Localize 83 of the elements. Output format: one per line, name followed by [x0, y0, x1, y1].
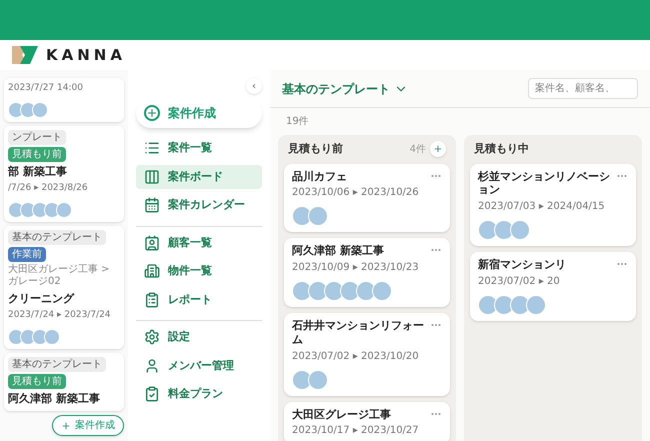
- project-card[interactable]: 基本のテンプレート 見積もり前 阿久津部 新築工事: [4, 352, 124, 411]
- status-tag: 基本のテンプレート: [8, 230, 106, 244]
- column-title: 見積もり前: [288, 141, 343, 157]
- date-range: 2023/7/24 ▸ 2023/7/24: [8, 309, 112, 322]
- status-tag: ンプレート: [8, 130, 66, 144]
- project-title: 新宿マンションリ: [478, 258, 566, 272]
- project-card[interactable]: 杉並マンションリノベーション 2023/07/03 ▸ 2024/04/15: [470, 164, 636, 246]
- project-card[interactable]: ンプレート 見積もり前 部 新築工事 /7/26 ▸ 2023/8/26: [4, 126, 124, 222]
- column-count: 4件: [410, 142, 426, 157]
- avatar-placeholder: [308, 206, 328, 226]
- date-range: 2023/10/09 ▸ 2023/10/23: [292, 261, 420, 275]
- avatar-placeholder: [510, 294, 530, 315]
- brand-name: KANNA: [46, 44, 126, 66]
- project-title: 阿久津部 新築工事: [292, 244, 384, 258]
- project-title: 杉並マンションリノベーション: [478, 170, 611, 197]
- date-range: 2023/07/02 ▸ 2023/10/20: [292, 350, 420, 364]
- avatar-placeholder: [56, 202, 72, 218]
- avatar-placeholder: [478, 294, 498, 315]
- avatar-placeholder: [32, 202, 48, 218]
- avatar-placeholder: [494, 294, 514, 315]
- date-range: 2023/07/03 ▸ 2024/04/15: [478, 200, 606, 214]
- project-card[interactable]: 阿久津部 新築工事 2023/10/09 ▸ 2023/10/23: [284, 238, 450, 307]
- project-title: クリーニング: [8, 290, 76, 306]
- project-card[interactable]: 品川カフェ 2023/10/06 ▸ 2023/10/26: [284, 164, 450, 232]
- avatar-placeholder: [292, 206, 312, 226]
- project-title: 部 新築工事: [8, 164, 68, 180]
- project-title: 品川カフェ: [292, 170, 347, 184]
- add-card-button[interactable]: +: [430, 141, 446, 158]
- avatar-placeholder: [324, 281, 344, 301]
- status-tag: 作業前: [8, 246, 46, 262]
- settings-icon: [144, 329, 160, 346]
- avatar-placeholder: [510, 220, 530, 240]
- avatar-placeholder: [526, 294, 546, 315]
- person-icon: [144, 358, 160, 374]
- avatar-placeholder: [32, 102, 48, 118]
- search-field[interactable]: 案件名、顧客名、: [528, 78, 638, 99]
- date-range: 2023/07/02 ▸ 20: [478, 274, 561, 289]
- status-tag: 見積もり前: [8, 146, 66, 162]
- calendar-icon: [144, 197, 160, 214]
- avatar-placeholder: [8, 102, 24, 118]
- project-card[interactable]: 大田区グレージ工事 2023/10/17 ▸ 2023/10/27: [284, 402, 450, 441]
- project-title: 石井井マンションリフォーム: [292, 319, 425, 346]
- date-range: 2023/10/17 ▸ 2023/10/27: [292, 424, 420, 438]
- status-tag: 見積もり前: [8, 374, 66, 388]
- clipboard-check-icon: [144, 386, 160, 402]
- nav-item[interactable]: 案件ボード: [136, 164, 262, 189]
- project-card[interactable]: 新宿マンションリ 2023/07/02 ▸ 20: [470, 252, 636, 321]
- clipboard-icon: [144, 292, 160, 308]
- avatar-placeholder: [494, 220, 514, 240]
- template-dropdown[interactable]: 基本のテンプレート: [282, 80, 408, 98]
- project-title: 大田区グレージ工事: [292, 408, 391, 422]
- project-count: 19件: [285, 115, 310, 129]
- date-range: 2023/7/27 14:00: [8, 82, 84, 95]
- breadcrumb-text: 大田区ガレージ工事 > ガレージ02: [8, 264, 111, 288]
- date-range: /7/26 ▸ 2023/8/26: [8, 182, 89, 195]
- avatar-placeholder: [8, 328, 24, 344]
- logo-icon: [12, 46, 38, 64]
- create-project-button[interactable]: 案件作成: [136, 98, 262, 128]
- contact-card-icon: [144, 234, 160, 251]
- building-icon: [144, 263, 160, 280]
- create-project-button[interactable]: 案件作成: [52, 415, 124, 436]
- date-range: 2023/10/06 ▸ 2023/10/26: [292, 186, 420, 200]
- avatar-placeholder: [292, 370, 312, 390]
- collapse-button[interactable]: ‹: [246, 78, 262, 94]
- project-card[interactable]: 2023/7/27 14:00: [4, 78, 124, 122]
- avatar-placeholder: [478, 220, 498, 240]
- status-tag: 基本のテンプレート: [8, 356, 106, 372]
- avatar-placeholder: [20, 202, 36, 218]
- avatar-placeholder: [44, 328, 60, 344]
- project-card[interactable]: 基本のテンプレート 作業前 大田区ガレージ工事 > ガレージ02 クリーニング 2023/7/24 ▸ 2023/7/24: [4, 226, 124, 348]
- column-title: 見積もり中: [474, 141, 529, 157]
- avatar-placeholder: [8, 202, 24, 218]
- plus-icon: [61, 420, 71, 430]
- project-card[interactable]: 石井井マンションリフォーム 2023/07/02 ▸ 2023/10/20: [284, 313, 450, 396]
- avatar-placeholder: [356, 281, 376, 301]
- avatar-placeholder: [372, 281, 392, 301]
- avatar-placeholder: [340, 281, 360, 301]
- list-icon: [144, 140, 160, 156]
- avatar-placeholder: [308, 281, 328, 301]
- avatar-placeholder: [308, 370, 328, 390]
- project-title: 阿久津部 新築工事: [8, 390, 101, 406]
- avatar-placeholder: [292, 281, 312, 301]
- columns-icon: [144, 168, 160, 185]
